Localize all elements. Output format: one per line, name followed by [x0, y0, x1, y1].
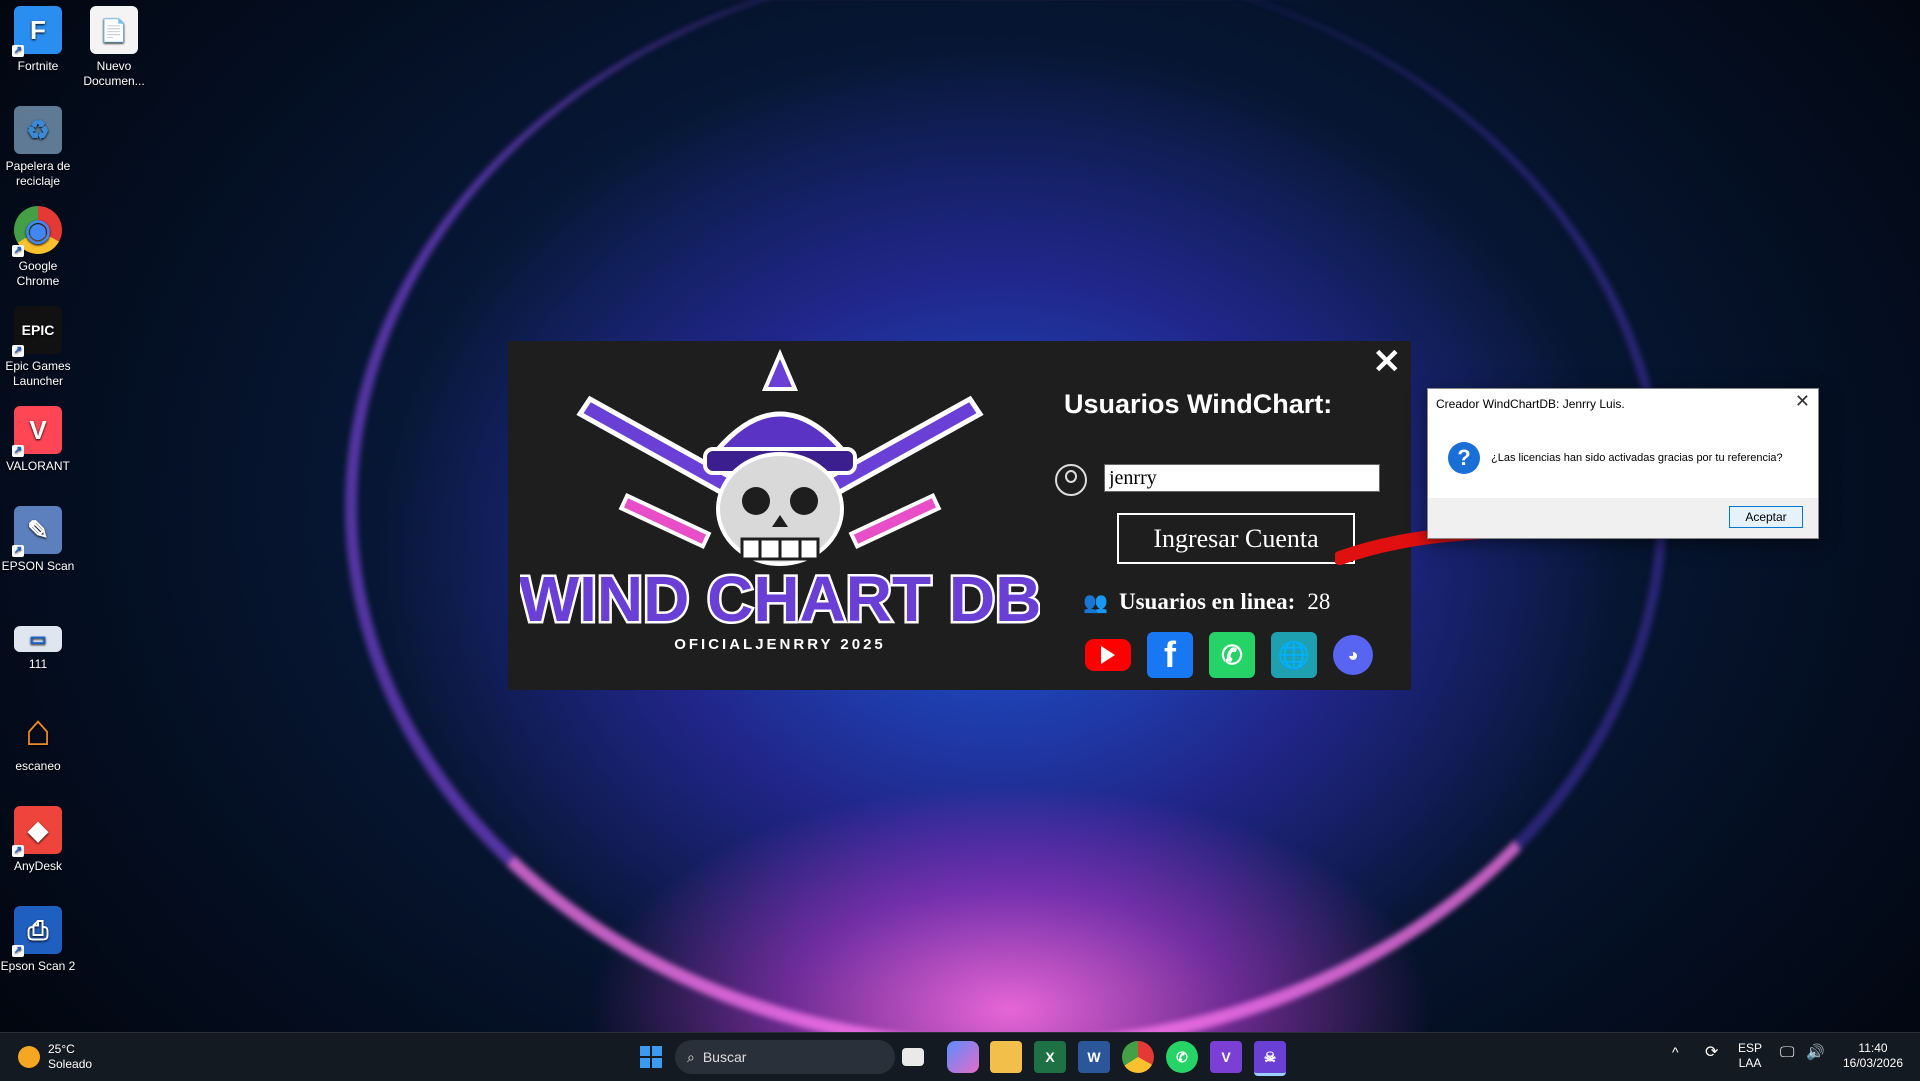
clock-date: 16/03/2026: [1842, 1056, 1904, 1070]
epic-games-icon: EPIC ↗: [12, 306, 62, 357]
desktop-icon-new-document[interactable]: 📄 Nuevo Documen...: [76, 6, 152, 89]
sun-icon: [18, 1046, 40, 1068]
document-icon: 📄: [90, 6, 138, 54]
online-users-status: 👥 Usuarios en linea: 28: [1083, 589, 1330, 615]
language-code: ESP: [1738, 1041, 1763, 1055]
youtube-icon: [1085, 639, 1131, 671]
search-placeholder: Buscar: [702, 1049, 747, 1065]
desktop-icon-label: Fortnite: [17, 59, 59, 73]
image-file-icon: ▭: [14, 626, 62, 652]
desktop-icon-label: EPSON Scan: [1, 559, 75, 573]
sync-icon[interactable]: ⟳: [1705, 1045, 1718, 1061]
keyboard-layout: LAA: [1738, 1056, 1762, 1070]
dialog-title: Creador WindChartDB: Jenrry Luis.: [1436, 397, 1625, 411]
clock-time: 11:40: [1858, 1041, 1888, 1055]
windchart-taskbar-icon[interactable]: ☠: [1254, 1041, 1286, 1076]
desktop-icon-label: escaneo: [15, 759, 61, 773]
desktop-icon-111[interactable]: ▭ 111: [0, 616, 76, 672]
visual-studio-icon[interactable]: V: [1210, 1041, 1242, 1073]
taskbar-search[interactable]: ⌕ Buscar: [675, 1040, 895, 1074]
show-hidden-icons[interactable]: ^: [1672, 1045, 1679, 1060]
online-users-label: Usuarios en linea:: [1119, 589, 1296, 614]
accept-button[interactable]: Aceptar: [1729, 506, 1803, 528]
whatsapp-link[interactable]: ✆: [1209, 632, 1255, 678]
desktop-icon-anydesk[interactable]: ◆ ↗ AnyDesk: [0, 806, 76, 874]
chrome-taskbar-icon[interactable]: [1122, 1041, 1154, 1073]
logo-subtitle: OFICIALJENRRY 2025: [674, 636, 886, 653]
language-indicator[interactable]: ESP LAA: [1738, 1041, 1762, 1071]
home-folder-icon: ⌂: [24, 705, 52, 755]
network-icon[interactable]: 🖵: [1780, 1045, 1794, 1060]
excel-icon[interactable]: X: [1034, 1041, 1066, 1073]
taskbar: 25°C Soleado ⌕ Buscar X W ✆ V ☠ ^ ⟳ ESP …: [0, 1032, 1920, 1081]
word-icon[interactable]: W: [1078, 1041, 1110, 1073]
file-explorer-icon[interactable]: [990, 1041, 1022, 1073]
whatsapp-taskbar-icon[interactable]: ✆: [1166, 1041, 1198, 1073]
message-dialog: Creador WindChartDB: Jenrry Luis. ✕ ? ¿L…: [1427, 388, 1819, 539]
desktop-icon-label: VALORANT: [6, 459, 70, 473]
login-title: Usuarios WindChart:: [1064, 389, 1333, 419]
windchart-logo: WIND CHART DB OFICIALJENRRY 2025: [520, 349, 1040, 653]
desktop-icon-chrome[interactable]: ◉ ↗ Google Chrome: [0, 206, 76, 289]
username-input[interactable]: [1104, 464, 1380, 492]
weather-widget[interactable]: 25°C Soleado: [18, 1042, 92, 1072]
recycle-bin-icon: ♻: [14, 106, 62, 154]
valorant-icon: V ↗: [12, 406, 62, 457]
skull-icon: [703, 349, 857, 566]
online-users-count: 28: [1307, 589, 1331, 614]
youtube-link[interactable]: [1085, 632, 1131, 678]
desktop-icon-fortnite[interactable]: F ↗ Fortnite: [0, 6, 76, 74]
desktop-icon-recycle-bin[interactable]: ♻ Papelera de reciclaje: [0, 106, 76, 189]
dialog-footer: Aceptar: [1428, 498, 1818, 538]
globe-icon: 🌐: [1277, 639, 1311, 670]
desktop-icon-valorant[interactable]: V ↗ VALORANT: [0, 406, 76, 474]
windchart-login-window: WIND CHART DB OFICIALJENRRY 2025 ✕ Usuar…: [508, 341, 1411, 690]
task-view-icon[interactable]: [902, 1048, 924, 1066]
dialog-close-button[interactable]: ✕: [1795, 391, 1810, 412]
clock[interactable]: 11:40 16/03/2026: [1838, 1041, 1908, 1071]
discord-link[interactable]: ◕: [1333, 635, 1373, 675]
login-button[interactable]: Ingresar Cuenta: [1117, 513, 1355, 564]
website-link[interactable]: 🌐: [1271, 632, 1317, 678]
anydesk-icon: ◆ ↗: [12, 806, 62, 857]
whatsapp-icon: ✆: [1221, 639, 1243, 670]
facebook-icon: f: [1164, 634, 1176, 675]
start-button[interactable]: [635, 1041, 667, 1073]
desktop-icon-label: Epic Games Launcher: [5, 359, 71, 388]
facebook-link[interactable]: f: [1147, 632, 1193, 678]
weather-temp: 25°C: [48, 1042, 75, 1056]
weather-desc: Soleado: [48, 1057, 93, 1071]
dialog-message: ¿Las licencias han sido activadas gracia…: [1491, 452, 1783, 464]
copilot-icon[interactable]: [947, 1041, 979, 1073]
chrome-icon: ◉ ↗: [12, 206, 62, 257]
fortnite-icon: F ↗: [12, 6, 62, 57]
desktop-icon-epic-games[interactable]: EPIC ↗ Epic Games Launcher: [0, 306, 76, 389]
desktop-icon-label: 111: [28, 657, 48, 671]
search-icon: ⌕: [687, 1048, 695, 1065]
users-group-icon: 👥: [1083, 592, 1108, 614]
epson-scan-2-icon: ⎙ ↗: [12, 906, 62, 957]
desktop-icon-label: Google Chrome: [16, 259, 60, 288]
desktop-icon-escaneo[interactable]: ⌂ escaneo: [0, 706, 76, 774]
discord-icon: ◕: [1347, 644, 1359, 665]
desktop-icon-label: Nuevo Documen...: [83, 59, 145, 88]
login-close-button[interactable]: ✕: [1373, 342, 1402, 382]
desktop-icon-epson-scan[interactable]: ✎ ↗ EPSON Scan: [0, 506, 76, 574]
desktop-icon-epson-scan-2[interactable]: ⎙ ↗ Epson Scan 2: [0, 906, 76, 974]
desktop-icon-label: Papelera de reciclaje: [5, 159, 71, 188]
volume-icon[interactable]: 🔊: [1806, 1045, 1825, 1060]
question-icon: ?: [1448, 442, 1480, 474]
user-icon: [1055, 464, 1087, 496]
desktop-icon-label: Epson Scan 2: [0, 959, 76, 973]
windows-icon: [640, 1046, 662, 1068]
desktop-icon-label: AnyDesk: [13, 859, 63, 873]
logo-title: WIND CHART DB: [520, 563, 1040, 635]
epson-scan-icon: ✎ ↗: [12, 506, 62, 557]
